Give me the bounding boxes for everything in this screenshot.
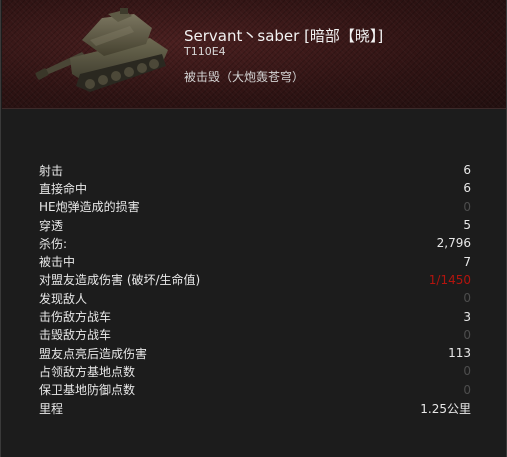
stat-value: 6 <box>463 163 471 178</box>
tank-icon <box>35 8 168 92</box>
stat-label: 盟友点亮后造成伤害 <box>39 346 148 361</box>
stat-value: 0 <box>463 382 471 397</box>
stat-label: 穿透 <box>39 218 64 233</box>
stat-value: 2,796 <box>436 236 471 251</box>
stat-row: HE炮弹造成的损害 0 <box>39 198 471 216</box>
stat-row: 击伤敌方战车 3 <box>39 307 471 325</box>
stat-row: 直接命中 6 <box>39 179 471 197</box>
stat-row: 杀伤: 2,796 <box>39 234 471 252</box>
stat-value: 1.25公里 <box>420 401 471 416</box>
stat-row: 穿透 5 <box>39 216 471 234</box>
stat-row: 被击中 7 <box>39 252 471 270</box>
stat-label: 击伤敌方战车 <box>39 310 112 325</box>
battle-result-panel: Servant丶saber [暗部【晓】] T110E4 被击毁（大炮轰苍穹） … <box>0 0 507 457</box>
death-status: 被击毁（大炮轰苍穹） <box>184 70 305 84</box>
player-name: Servant丶saber [暗部【晓】] <box>184 27 384 45</box>
stat-row: 射击 6 <box>39 161 471 179</box>
stat-label: 发现敌人 <box>39 291 88 306</box>
stat-label: HE炮弹造成的损害 <box>39 200 140 215</box>
stat-row: 里程 1.25公里 <box>39 399 471 417</box>
stat-label: 射击 <box>39 163 64 178</box>
stat-row: 发现敌人 0 <box>39 289 471 307</box>
stat-label: 被击中 <box>39 255 76 270</box>
stat-value: 0 <box>463 364 471 379</box>
stat-row: 击毁敌方战车 0 <box>39 326 471 344</box>
stat-value: 3 <box>463 309 471 324</box>
header-divider <box>2 108 506 109</box>
stat-row: 占领敌方基地点数 0 <box>39 362 471 380</box>
stat-value: 0 <box>463 291 471 306</box>
stat-label: 保卫基地防御点数 <box>39 383 136 398</box>
player-header: Servant丶saber [暗部【晓】] T110E4 被击毁（大炮轰苍穹） <box>2 0 506 108</box>
stat-label: 里程 <box>39 401 64 416</box>
stat-row: 对盟友造成伤害 (破坏/生命值) 1/1450 <box>39 271 471 289</box>
stat-value: 5 <box>463 218 471 233</box>
battle-stats-list: 射击 6 直接命中 6 HE炮弹造成的损害 0 穿透 5 杀伤: 2,796 被… <box>39 161 471 417</box>
stat-row: 盟友点亮后造成伤害 113 <box>39 344 471 362</box>
stat-label: 占领敌方基地点数 <box>39 364 136 379</box>
stat-row: 保卫基地防御点数 0 <box>39 381 471 399</box>
stat-value: 0 <box>463 199 471 214</box>
stat-value: 7 <box>463 254 471 269</box>
stat-value: 113 <box>448 346 471 361</box>
stat-label: 对盟友造成伤害 (破坏/生命值) <box>39 273 201 288</box>
stat-label: 击毁敌方战车 <box>39 328 112 343</box>
stat-value: 0 <box>463 327 471 342</box>
stat-label: 直接命中 <box>39 181 88 196</box>
stat-value: 1/1450 <box>428 272 471 287</box>
stat-label: 杀伤: <box>39 236 68 251</box>
tank-name: T110E4 <box>184 45 226 58</box>
stat-value: 6 <box>463 181 471 196</box>
